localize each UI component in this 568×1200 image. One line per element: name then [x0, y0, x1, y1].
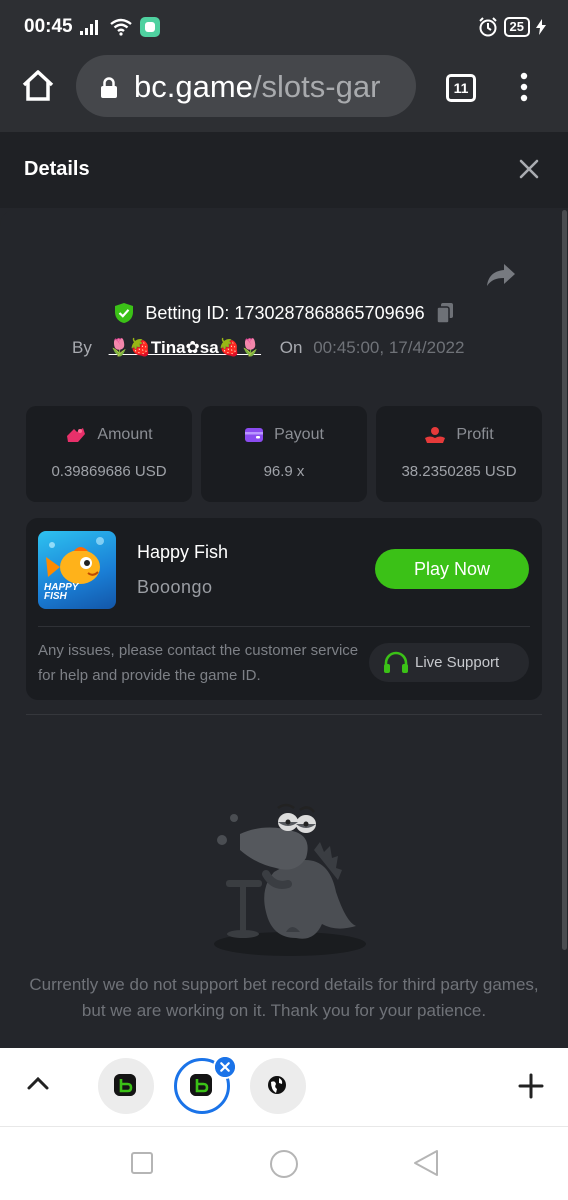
thumb-text: HAPPY FISH: [44, 582, 79, 602]
url-path: /slots-gar: [252, 69, 381, 104]
url-host: bc.game: [134, 69, 253, 104]
new-tab-icon[interactable]: [518, 1073, 544, 1099]
bc-game-favicon: [190, 1074, 212, 1096]
battery-icon: 25: [503, 17, 530, 37]
chevron-up-icon[interactable]: [26, 1075, 50, 1091]
on-label: On: [279, 338, 303, 357]
more-menu-icon[interactable]: [514, 72, 534, 102]
stat-profit: Profit 38.2350285 USD: [376, 406, 542, 502]
betting-id: Betting ID: 1730287868865709696: [145, 302, 425, 323]
amount-value: 0.39869686 USD: [51, 463, 167, 480]
alarm-icon: [478, 17, 497, 37]
close-icon[interactable]: [518, 158, 540, 180]
recent-apps-icon[interactable]: [130, 1151, 154, 1175]
page-title: Details: [24, 158, 90, 180]
game-card: HAPPY FISH Happy Fish Booongo Play Now An…: [26, 518, 542, 700]
payout-value: 96.9 x: [263, 463, 305, 480]
globe-icon: [268, 1076, 286, 1094]
amount-icon: [67, 428, 86, 442]
url-text: bc.game/slots-gar: [134, 69, 380, 105]
tab-bc-game-active[interactable]: [174, 1055, 237, 1114]
browser-tab-strip: [0, 1048, 568, 1126]
wallet-icon: [245, 428, 264, 442]
details-header: Details: [0, 132, 568, 208]
scrollbar[interactable]: [562, 210, 567, 950]
back-icon[interactable]: [412, 1148, 440, 1178]
play-now-button[interactable]: Play Now: [375, 549, 529, 589]
lock-icon: [101, 77, 117, 98]
crocodile-illustration: [214, 803, 366, 956]
support-message: Any issues, please contact the customer …: [38, 642, 359, 684]
tab-count-button[interactable]: 11: [446, 74, 476, 102]
bc-game-favicon: [114, 1074, 136, 1096]
details-panel: Betting ID: 1730287868865709696 By 🌷🍓Tin…: [0, 208, 568, 1050]
status-bar: 00:45 25: [0, 0, 568, 52]
game-thumbnail[interactable]: HAPPY FISH: [38, 531, 116, 609]
stat-payout: Payout 96.9 x: [201, 406, 367, 502]
payout-label: Payout: [274, 426, 324, 443]
amount-label: Amount: [97, 426, 153, 443]
signal-icon: [80, 20, 98, 35]
live-support-button[interactable]: Live Support: [369, 643, 529, 682]
profit-label: Profit: [456, 426, 494, 443]
home-nav-icon[interactable]: [269, 1149, 299, 1179]
home-icon[interactable]: [20, 68, 56, 104]
bet-byline: By 🌷🍓Tina✿sa🍓🌷 On 00:45:00, 17/4/2022: [72, 338, 464, 358]
stat-amount: Amount 0.39869686 USD: [26, 406, 192, 502]
tab-bc-game-1[interactable]: [98, 1058, 154, 1114]
headset-icon: [384, 651, 408, 673]
notice-text: Currently we do not support bet record d…: [29, 975, 539, 1020]
profit-value: 38.2350285 USD: [401, 463, 517, 480]
tab-globe[interactable]: [250, 1058, 306, 1114]
by-label: By: [72, 338, 92, 357]
status-time: 00:45: [24, 16, 73, 37]
app-notification-icon: [140, 17, 160, 37]
card-divider: [38, 626, 530, 627]
game-provider: Booongo: [137, 577, 213, 597]
bet-stats: Amount 0.39869686 USD Payout 96.9 x Prof…: [26, 406, 542, 502]
copy-icon[interactable]: [435, 302, 454, 324]
address-bar[interactable]: bc.game/slots-gar: [76, 55, 416, 117]
profit-icon: [425, 427, 446, 443]
betting-id-row: Betting ID: 1730287868865709696: [0, 302, 568, 324]
close-tab-icon[interactable]: [213, 1055, 237, 1079]
section-divider: [26, 714, 542, 715]
charging-icon: [536, 19, 546, 35]
verified-shield-icon: [115, 303, 134, 324]
browser-toolbar: bc.game/slots-gar 11: [0, 52, 568, 132]
username-link[interactable]: 🌷🍓Tina✿sa🍓🌷: [109, 338, 261, 357]
share-icon[interactable]: [486, 262, 516, 288]
live-support-label: Live Support: [415, 654, 500, 671]
system-nav-bar: [0, 1126, 568, 1200]
game-name[interactable]: Happy Fish: [137, 542, 228, 563]
bet-datetime: 00:45:00, 17/4/2022: [313, 338, 465, 357]
wifi-icon: [110, 18, 132, 36]
